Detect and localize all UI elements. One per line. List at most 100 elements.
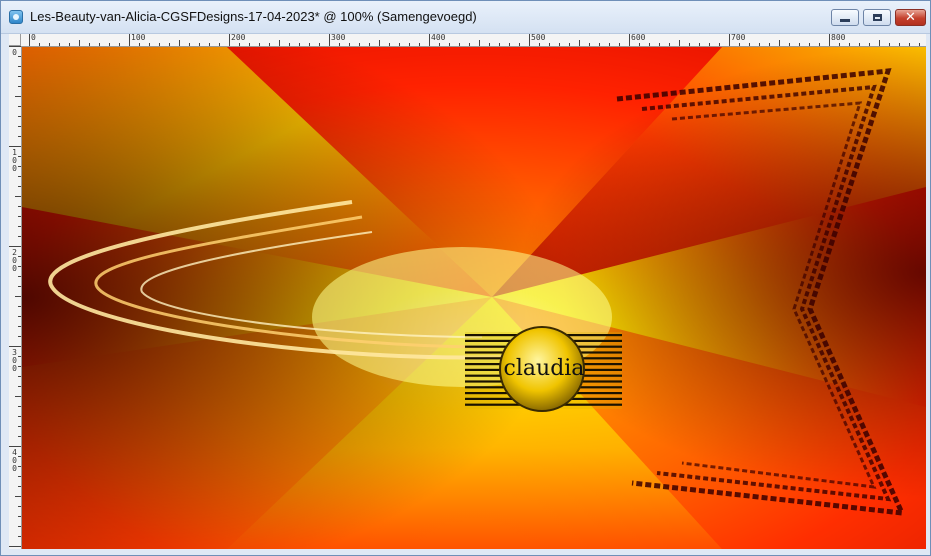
ruler-tick [89, 43, 90, 46]
ruler-tick [149, 43, 150, 46]
ruler-tick [369, 43, 370, 46]
ruler-tick [809, 43, 810, 46]
ruler-tick [259, 43, 260, 46]
ruler-tick [18, 206, 21, 207]
ruler-tick [39, 43, 40, 46]
ruler-tick [339, 43, 340, 46]
ruler-tick [549, 43, 550, 46]
ruler-tick [49, 43, 50, 46]
ruler-label: 0 [12, 48, 17, 57]
watermark-logo: claudia [465, 326, 622, 412]
ruler-tick [18, 276, 21, 277]
ruler-tick [18, 76, 21, 77]
ruler-tick [719, 43, 720, 46]
ruler-tick [419, 43, 420, 46]
ruler-tick [249, 43, 250, 46]
ruler-tick [859, 43, 860, 46]
ruler-tick [18, 56, 21, 57]
ruler-tick [9, 546, 21, 547]
ruler-tick [18, 526, 21, 527]
ruler-tick [15, 296, 21, 297]
ruler-tick [15, 496, 21, 497]
ruler-tick [829, 34, 830, 46]
ruler-label: 300 [12, 348, 17, 373]
ruler-tick [759, 43, 760, 46]
ruler-tick [18, 466, 21, 467]
ruler-label: 200 [231, 34, 246, 42]
ruler-tick [899, 43, 900, 46]
ruler-tick [219, 43, 220, 46]
ruler-label: 100 [12, 148, 17, 173]
minimize-button[interactable] [831, 9, 859, 26]
ruler-tick [18, 366, 21, 367]
ruler-tick [18, 506, 21, 507]
vertical-ruler[interactable]: 0 100 200 300 400 [9, 46, 22, 549]
ruler-tick [18, 326, 21, 327]
ruler-tick [18, 116, 21, 117]
ruler-label: 200 [12, 248, 17, 273]
ruler-tick [649, 43, 650, 46]
ruler-tick [139, 43, 140, 46]
horizontal-ruler[interactable]: 0 100 200 300 400 500 600 700 800 [9, 34, 926, 47]
ruler-tick [689, 43, 690, 46]
ruler-tick [459, 43, 460, 46]
ruler-tick [469, 43, 470, 46]
ruler-tick [59, 43, 60, 46]
ruler-tick [569, 43, 570, 46]
ruler-tick [409, 43, 410, 46]
ruler-label: 700 [731, 34, 746, 42]
ruler-tick [9, 346, 21, 347]
ruler-tick [18, 386, 21, 387]
maximize-button[interactable] [863, 9, 891, 26]
ruler-tick [18, 186, 21, 187]
ruler-tick [15, 396, 21, 397]
ruler-tick [909, 43, 910, 46]
ruler-tick [659, 43, 660, 46]
ruler-tick [229, 34, 230, 46]
ruler-tick [429, 34, 430, 46]
window-title: Les-Beauty-van-Alicia-CGSFDesigns-17-04-… [30, 9, 477, 24]
ruler-tick [18, 316, 21, 317]
ruler-corner [9, 34, 21, 46]
ruler-tick [879, 40, 880, 46]
ruler-tick [379, 40, 380, 46]
ruler-tick [309, 43, 310, 46]
ruler-tick [739, 43, 740, 46]
ruler-tick [399, 43, 400, 46]
watermark-text: claudia [504, 356, 585, 381]
ruler-tick [669, 43, 670, 46]
ruler-tick [18, 356, 21, 357]
ruler-tick [329, 34, 330, 46]
ruler-tick [749, 43, 750, 46]
close-icon: ✕ [905, 10, 916, 25]
ruler-tick [239, 43, 240, 46]
ruler-label: 100 [131, 34, 146, 42]
ruler-tick [869, 43, 870, 46]
ruler-tick [119, 43, 120, 46]
ruler-tick [18, 406, 21, 407]
ruler-label: 600 [631, 34, 646, 42]
ruler-tick [639, 43, 640, 46]
ruler-tick [539, 43, 540, 46]
ruler-tick [9, 46, 21, 47]
image-canvas[interactable]: claudia [22, 47, 926, 549]
ruler-tick [15, 96, 21, 97]
ruler-tick [599, 43, 600, 46]
ruler-tick [18, 516, 21, 517]
ruler-tick [279, 40, 280, 46]
ruler-tick [18, 106, 21, 107]
title-bar[interactable]: Les-Beauty-van-Alicia-CGSFDesigns-17-04-… [1, 1, 930, 34]
ruler-tick [18, 86, 21, 87]
ruler-tick [589, 43, 590, 46]
ruler-tick [18, 376, 21, 377]
ruler-tick [629, 34, 630, 46]
ruler-tick [18, 66, 21, 67]
ruler-tick [489, 43, 490, 46]
ruler-tick [509, 43, 510, 46]
ruler-label: 300 [331, 34, 346, 42]
ruler-tick [359, 43, 360, 46]
ruler-tick [99, 43, 100, 46]
close-button[interactable]: ✕ [895, 9, 926, 26]
ruler-tick [9, 446, 21, 447]
maximize-icon [872, 14, 882, 21]
